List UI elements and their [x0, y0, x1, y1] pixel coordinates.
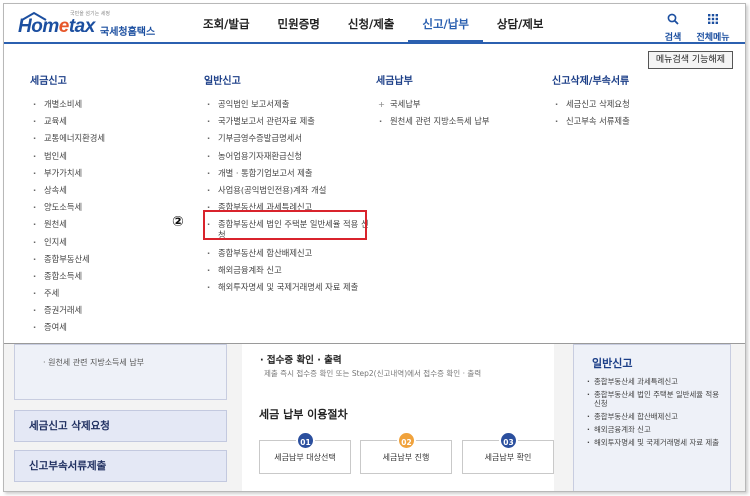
menu-item[interactable]: 양도소득세: [30, 202, 105, 213]
menu-item[interactable]: 교통에너지환경세: [30, 133, 105, 144]
grid-menu-icon: [708, 14, 718, 24]
highlight-box: [203, 210, 367, 240]
menu-item[interactable]: 개별소비세: [30, 99, 105, 110]
column-title: 세금신고: [30, 76, 67, 87]
step-number: 03: [499, 431, 518, 450]
menu-item[interactable]: 종합소득세: [30, 271, 105, 282]
menu-item[interactable]: 공익법인 보고서제출: [204, 99, 369, 110]
menu-column-tax-payment: 세금납부 국세납부 원천세 관련 지방소득세 납부: [376, 72, 490, 133]
list-item[interactable]: 해외금융계좌 신고: [586, 425, 726, 434]
logo-wordmark: Hometax: [18, 16, 95, 37]
step-label: 세금납부 확인: [484, 453, 532, 462]
background-page: · 원천세 관련 지방소득세 납부 세금신고 삭제요청 신고부속서류제출 · 접…: [4, 344, 745, 491]
menu-item[interactable]: 상속세: [30, 185, 105, 196]
hometax-logo[interactable]: 국민을 섬기는 세정 Hometax 국세청홈택스: [18, 10, 158, 40]
search-label: 검색: [664, 33, 682, 43]
search-button[interactable]: 검색: [653, 10, 693, 43]
menu-item[interactable]: 법인세: [30, 151, 105, 162]
all-menu-button[interactable]: 전체메뉴: [693, 10, 733, 43]
list-item[interactable]: 종합부동산세 과세특례신고: [586, 377, 726, 386]
menu-item-expandable[interactable]: 국세납부: [376, 99, 490, 110]
menu-item[interactable]: 종합부동산세 합산배제신고: [204, 248, 369, 259]
column-title: 신고삭제/부속서류: [552, 76, 630, 87]
column-title: 세금납부: [376, 76, 413, 87]
step-number: 02: [397, 431, 416, 450]
browser-frame: 국민을 섬기는 세정 Hometax 국세청홈택스 조회/발급 민원증명 신청/…: [3, 3, 746, 492]
left-info-panel: · 원천세 관련 지방소득세 납부: [14, 344, 227, 400]
nav-consult[interactable]: 상담/제보: [483, 4, 558, 42]
menu-item[interactable]: 증권거래세: [30, 305, 105, 316]
right-panel-title: 일반신고: [592, 357, 633, 370]
column-title: 일반신고: [204, 76, 241, 87]
process-title: 세금 납부 이용절차: [259, 408, 348, 421]
step-label: 세금납부 진행: [382, 453, 430, 462]
menu-column-tax-report: 세금신고 개별소비세 교육세 교통에너지환경세 법인세 부가가치세 상속세 양도…: [30, 72, 105, 340]
center-process-panel: · 접수증 확인 · 출력 제출 즉시 접수증 확인 또는 Step2(신고내역…: [242, 344, 554, 491]
all-menu-label: 전체메뉴: [696, 33, 730, 43]
step-number: 01: [296, 431, 315, 450]
menu-item[interactable]: 원천세 관련 지방소득세 납부: [376, 116, 490, 127]
menu-item[interactable]: 교육세: [30, 116, 105, 127]
menu-item[interactable]: 국가별보고서 관련자료 제출: [204, 116, 369, 127]
search-icon: [667, 13, 679, 25]
nav-certificate[interactable]: 민원증명: [264, 4, 334, 42]
mega-menu-dropdown: 메뉴검색 기능해제 세금신고 개별소비세 교육세 교통에너지환경세 법인세 부가…: [4, 44, 745, 344]
list-item[interactable]: 해외투자명세 및 국제거래명세 자료 제출: [586, 438, 726, 447]
menu-item[interactable]: 해외금융계좌 신고: [204, 265, 369, 276]
step-label: 세금납부 대상선택: [274, 453, 336, 462]
menu-search-toggle-button[interactable]: 메뉴검색 기능해제: [647, 51, 733, 69]
step-proceed-payment[interactable]: 02 세금납부 진행: [360, 431, 452, 474]
menu-item[interactable]: 원천세: [30, 219, 105, 230]
nav-lookup[interactable]: 조회/발급: [189, 4, 264, 42]
menu-item[interactable]: 부가가치세: [30, 168, 105, 179]
menu-item[interactable]: 증여세: [30, 322, 105, 333]
attachment-submit-button[interactable]: 신고부속서류제출: [14, 450, 227, 482]
main-nav: 조회/발급 민원증명 신청/제출 신고/납부 상담/제보: [189, 4, 557, 42]
logo-korean: 국세청홈택스: [100, 27, 156, 38]
receipt-subtext: 제출 즉시 접수증 확인 또는 Step2(신고내역)에서 접수증 확인 · 출…: [264, 369, 482, 378]
menu-item[interactable]: 해외투자명세 및 국제거래명세 자료 제출: [204, 282, 369, 293]
nav-report-pay[interactable]: 신고/납부: [408, 4, 483, 42]
menu-item[interactable]: 개별 · 통합기업보고서 제출: [204, 168, 369, 179]
menu-column-delete-attachments: 신고삭제/부속서류 세금신고 삭제요청 신고부속 서류제출: [552, 72, 630, 133]
right-general-report-panel: 일반신고 종합부동산세 과세특례신고 종합부동산세 법인 주택분 일반세율 적용…: [573, 344, 731, 491]
nav-apply[interactable]: 신청/제출: [334, 4, 409, 42]
menu-item[interactable]: 종합부동산세: [30, 254, 105, 265]
menu-item[interactable]: 주세: [30, 288, 105, 299]
left-panel-text: · 원천세 관련 지방소득세 납부: [43, 358, 145, 367]
menu-item[interactable]: 농어업용기자재환급신청: [204, 151, 369, 162]
step-marker: ②: [172, 214, 184, 230]
receipt-title: · 접수증 확인 · 출력: [260, 355, 342, 366]
menu-column-general-report: 일반신고 공익법인 보고서제출 국가별보고서 관련자료 제출 기부금영수증발급명…: [204, 72, 369, 299]
site-header: 국민을 섬기는 세정 Hometax 국세청홈택스 조회/발급 민원증명 신청/…: [4, 4, 745, 44]
list-item[interactable]: 종합부동산세 합산배제신고: [586, 412, 726, 421]
menu-item[interactable]: 세금신고 삭제요청: [552, 99, 630, 110]
step-select-target[interactable]: 01 세금납부 대상선택: [259, 431, 351, 474]
list-item[interactable]: 종합부동산세 법인 주택분 일반세율 적용 신청: [586, 390, 726, 408]
menu-item[interactable]: 신고부속 서류제출: [552, 116, 630, 127]
menu-item[interactable]: 기부금영수증발급명세서: [204, 133, 369, 144]
step-confirm-payment[interactable]: 03 세금납부 확인: [462, 431, 554, 474]
menu-item[interactable]: 인지세: [30, 237, 105, 248]
menu-item[interactable]: 사업용(공익법인전용)계좌 개설: [204, 185, 369, 196]
delete-request-button[interactable]: 세금신고 삭제요청: [14, 410, 227, 442]
